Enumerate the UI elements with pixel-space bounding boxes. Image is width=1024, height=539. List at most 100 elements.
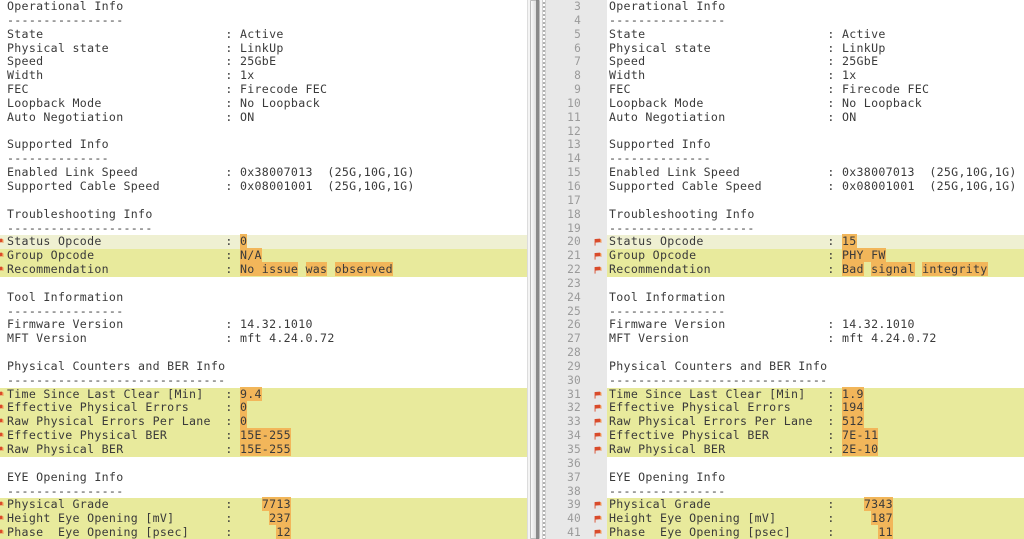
code-line[interactable]: Effective Physical BER : 15E-255 [0,428,527,443]
change-marker-slot[interactable] [590,235,607,250]
code-line[interactable]: 30 ------------------------------ [546,373,1024,388]
change-marker-slot[interactable] [0,249,4,263]
code-line[interactable]: Auto Negotiation : ON [0,110,527,125]
code-line[interactable]: 25 ---------------- [546,304,1024,319]
code-line[interactable]: -------------------- [0,221,527,236]
code-line[interactable] [0,277,527,291]
code-line[interactable]: 39 Physical Grade : 7343 [546,497,1024,513]
code-line[interactable]: 4 ---------------- [546,13,1024,28]
code-line[interactable]: 26 Firmware Version : 14.32.1010 [546,317,1024,333]
code-line[interactable]: 21 Group Opcode : PHY FW [546,248,1024,264]
code-line[interactable]: 3 Operational Info [546,0,1024,14]
change-marker-slot[interactable] [590,249,607,264]
code-line[interactable]: 17 [546,193,1024,208]
change-marker-slot[interactable] [0,443,4,457]
code-line[interactable]: EYE Opening Info [0,470,527,485]
code-line[interactable]: Status Opcode : 0 [0,234,527,250]
left-diff-pane[interactable]: Operational Info ---------------- State : … [0,0,527,539]
code-line[interactable]: 5 State : Active [546,27,1024,42]
change-marker-slot[interactable] [590,415,607,430]
code-line[interactable]: Speed : 25GbE [0,54,527,69]
code-line[interactable]: 37 EYE Opening Info [546,470,1024,485]
code-line[interactable]: Firmware Version : 14.32.1010 [0,317,527,332]
vertical-scrollbar[interactable] [527,0,542,539]
change-marker-slot[interactable] [590,512,607,527]
code-line[interactable]: ---------------- [0,484,527,499]
change-marker-slot[interactable] [0,498,4,512]
code-line[interactable]: Physical Grade : 7713 [0,497,527,513]
code-line[interactable]: 13 Supported Info [546,138,1024,153]
code-line[interactable]: Loopback Mode : No Loopback [0,96,527,111]
code-line[interactable]: 6 Physical state : LinkUp [546,41,1024,56]
code-line[interactable]: 32 Effective Physical Errors : 194 [546,400,1024,416]
code-line[interactable] [0,194,527,208]
code-line[interactable]: 36 [546,456,1024,471]
code-line[interactable] [0,346,527,360]
code-line[interactable]: 35 Raw Physical BER : 2E-10 [546,442,1024,457]
code-line[interactable]: Physical state : LinkUp [0,41,527,56]
right-diff-pane[interactable]: 3 Operational Info 4 ---------------- 5 State… [546,0,1024,539]
code-line[interactable]: 23 [546,276,1024,291]
code-line[interactable]: Tool Information [0,290,527,305]
code-line[interactable]: Physical Counters and BER Info [0,359,527,374]
code-line[interactable]: 11 Auto Negotiation : ON [546,110,1024,125]
code-line[interactable]: Phase Eye Opening [psec] : 12 [0,525,527,539]
change-marker-slot[interactable] [590,443,607,457]
code-line[interactable]: 10 Loopback Mode : No Loopback [546,96,1024,111]
code-line[interactable]: ------------------------------ [0,373,527,388]
code-line[interactable]: State : Active [0,27,527,42]
code-line[interactable]: Raw Physical BER : 15E-255 [0,442,527,457]
code-line[interactable] [0,457,527,471]
code-line[interactable]: 41 Phase Eye Opening [psec] : 11 [546,525,1024,539]
code-line[interactable] [0,125,527,139]
change-marker-slot[interactable] [590,263,607,277]
code-line[interactable]: -------------- [0,151,527,166]
code-line[interactable]: Group Opcode : N/A [0,248,527,264]
code-line[interactable]: Effective Physical Errors : 0 [0,400,527,416]
change-marker-slot[interactable] [0,526,4,539]
change-marker-slot[interactable] [590,429,607,443]
code-line[interactable]: ---------------- [0,304,527,319]
code-line[interactable]: 31 Time Since Last Clear [Min] : 1.9 [546,386,1024,402]
code-line[interactable]: Supported Info [0,138,527,152]
change-marker-slot[interactable] [0,415,4,429]
code-line[interactable]: Enabled Link Speed : 0x38007013 (25G,10G… [0,165,527,180]
change-marker-slot[interactable] [0,388,4,402]
code-line[interactable]: Width : 1x [0,68,527,83]
code-line[interactable]: Time Since Last Clear [Min] : 9.4 [0,386,527,402]
code-line[interactable]: MFT Version : mft 4.24.0.72 [0,331,527,346]
change-marker-slot[interactable] [590,401,607,416]
code-line[interactable]: 34 Effective Physical BER : 7E-11 [546,428,1024,443]
change-marker-slot[interactable] [590,498,607,513]
code-line[interactable]: 8 Width : 1x [546,68,1024,84]
change-marker-slot[interactable] [0,429,4,443]
code-line[interactable]: FEC : Firecode FEC [0,82,527,97]
code-line[interactable]: 15 Enabled Link Speed : 0x38007013 (25G,1… [546,165,1024,180]
code-line[interactable]: 14 -------------- [546,151,1024,167]
code-line[interactable]: 40 Height Eye Opening [mV] : 187 [546,511,1024,527]
code-line[interactable]: Operational Info [0,0,527,14]
code-line[interactable]: 9 FEC : Firecode FEC [546,82,1024,97]
code-line[interactable]: 24 Tool Information [546,290,1024,305]
code-line[interactable]: 12 [546,124,1024,139]
code-line[interactable]: Recommendation : No issue was observed [0,262,527,277]
change-marker-slot[interactable] [0,401,4,415]
code-line[interactable]: 22 Recommendation : Bad signal integrity [546,262,1024,277]
code-line[interactable]: 29 Physical Counters and BER Info [546,359,1024,374]
change-marker-slot[interactable] [590,387,607,402]
code-line[interactable]: 27 MFT Version : mft 4.24.0.72 [546,331,1024,347]
code-line[interactable]: Raw Physical Errors Per Lane : 0 [0,414,527,430]
code-line[interactable]: 33 Raw Physical Errors Per Lane : 512 [546,414,1024,430]
code-line[interactable]: Troubleshooting Info [0,207,527,222]
code-line[interactable]: 38 ---------------- [546,484,1024,499]
code-line[interactable]: Supported Cable Speed : 0x08001001 (25G,… [0,179,527,194]
code-line[interactable]: 16 Supported Cable Speed : 0x08001001 (25… [546,179,1024,194]
code-line[interactable]: 28 [546,346,1024,360]
code-line[interactable]: ---------------- [0,13,527,28]
change-marker-slot[interactable] [0,512,4,526]
code-line[interactable]: 20 Status Opcode : 15 [546,234,1024,250]
code-line[interactable]: 7 Speed : 25GbE [546,54,1024,70]
code-line[interactable]: 19 -------------------- [546,221,1024,236]
code-line[interactable]: 18 Troubleshooting Info [546,207,1024,222]
change-marker-slot[interactable] [0,263,4,277]
